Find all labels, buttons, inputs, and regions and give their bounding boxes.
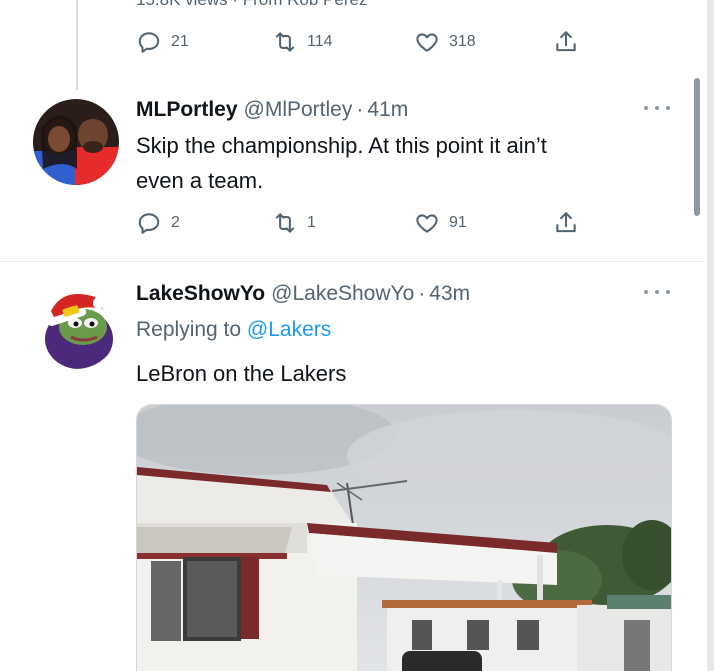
tweet-header: LakeShowYo @LakeShowYo · 43m <box>136 282 470 306</box>
avatar[interactable] <box>33 99 119 185</box>
separator-dot: · <box>356 98 364 121</box>
avatar[interactable] <box>33 283 119 369</box>
replying-mention-link[interactable]: @Lakers <box>247 318 331 341</box>
retweet-icon <box>275 32 295 52</box>
reply-button[interactable]: 2 <box>136 210 180 236</box>
reply-button[interactable]: 21 <box>136 29 189 55</box>
reply-icon <box>138 213 160 234</box>
views-line: 15.8K views · From Rob Perez <box>136 0 367 10</box>
timestamp[interactable]: 41m <box>367 98 408 122</box>
retweet-count: 1 <box>307 214 316 231</box>
tweet-text-line-1: LeBron on the Lakers <box>136 361 347 386</box>
more-dot <box>666 290 670 294</box>
tweet-text-line-1: Skip the championship. At this point it … <box>136 133 547 158</box>
more-dot <box>666 106 670 110</box>
more-options-button[interactable] <box>644 103 670 113</box>
more-dot <box>655 106 659 110</box>
share-icon <box>556 31 576 52</box>
replying-to-line: Replying to @Lakers <box>136 318 331 342</box>
share-icon <box>556 212 576 233</box>
timestamp[interactable]: 43m <box>429 282 470 306</box>
media-photo <box>137 405 671 671</box>
user-handle[interactable]: @LakeShowYo <box>271 282 414 306</box>
avatar-photo <box>33 283 119 369</box>
replying-prefix: Replying to <box>136 318 242 341</box>
more-dots-icon <box>644 106 648 110</box>
more-dot <box>655 290 659 294</box>
user-handle[interactable]: @MlPortley <box>244 98 353 122</box>
thread-connector-line <box>76 0 78 90</box>
separator-dot: · <box>418 282 426 305</box>
like-button[interactable]: 91 <box>414 210 467 236</box>
window-edge <box>707 0 714 671</box>
retweet-count: 114 <box>307 33 333 50</box>
tweet-divider <box>0 261 705 262</box>
like-count: 91 <box>449 214 467 231</box>
tweet-text-line-2: even a team. <box>136 168 264 193</box>
tweet-header: MLPortley @MlPortley · 41m <box>136 98 408 122</box>
like-button[interactable]: 318 <box>414 29 476 55</box>
display-name[interactable]: MLPortley <box>136 98 238 122</box>
retweet-button[interactable]: 1 <box>272 210 316 236</box>
display-name[interactable]: LakeShowYo <box>136 282 265 306</box>
reply-icon <box>138 32 160 53</box>
scrollbar-thumb[interactable] <box>694 78 700 216</box>
heart-icon <box>416 33 438 52</box>
share-button[interactable] <box>553 210 579 236</box>
retweet-icon <box>275 213 295 233</box>
reply-count: 2 <box>171 214 180 231</box>
retweet-button[interactable]: 114 <box>272 29 333 55</box>
reply-count: 21 <box>171 33 189 50</box>
like-count: 318 <box>449 33 476 50</box>
share-button[interactable] <box>553 29 579 55</box>
more-options-button[interactable] <box>644 287 670 297</box>
tweet-media-image[interactable] <box>136 404 672 671</box>
more-dots-icon <box>644 290 648 294</box>
avatar-photo <box>33 99 119 185</box>
heart-icon <box>416 214 438 233</box>
